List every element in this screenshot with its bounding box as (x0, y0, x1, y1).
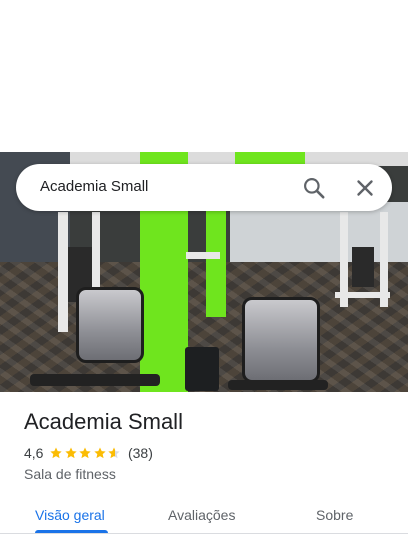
photo-machine-seat (242, 297, 320, 383)
search-button[interactable] (301, 175, 327, 201)
photo-machine-seat (76, 287, 144, 363)
star-icon (65, 447, 77, 459)
tab-reviews[interactable]: Avaliações (168, 506, 235, 524)
tab-about[interactable]: Sobre (316, 506, 353, 524)
photo-machine-frame (335, 292, 390, 298)
close-icon (357, 180, 373, 196)
close-button[interactable] (352, 175, 378, 201)
tab-overview[interactable]: Visão geral (35, 506, 105, 524)
top-blank-area (0, 0, 408, 152)
review-count[interactable]: (38) (128, 445, 153, 461)
star-rating (49, 446, 122, 460)
tabs-divider (0, 533, 408, 534)
photo-green-pillar (206, 207, 226, 317)
search-bar[interactable]: Academia Small (16, 164, 392, 211)
star-icon (108, 447, 121, 459)
star-icon (79, 447, 92, 459)
place-category[interactable]: Sala de fitness (24, 465, 116, 483)
photo-trash-bin (185, 347, 219, 391)
star-icon (50, 447, 63, 459)
photo-weight-stack (352, 247, 374, 287)
photo-green-beam (235, 152, 305, 164)
place-title: Academia Small (24, 409, 183, 434)
photo-machine-bar (228, 380, 328, 390)
rating-row[interactable]: 4,6 (38) (24, 444, 153, 462)
photo-machine-bar (30, 374, 160, 386)
star-icon (94, 447, 106, 459)
photo-machine-frame (58, 212, 68, 332)
search-input[interactable]: Academia Small (40, 177, 148, 197)
search-icon (304, 178, 325, 199)
tab-bar: Visão geral Avaliações Sobre (0, 498, 408, 544)
photo-machine-frame (186, 252, 220, 259)
rating-value: 4,6 (24, 445, 44, 461)
